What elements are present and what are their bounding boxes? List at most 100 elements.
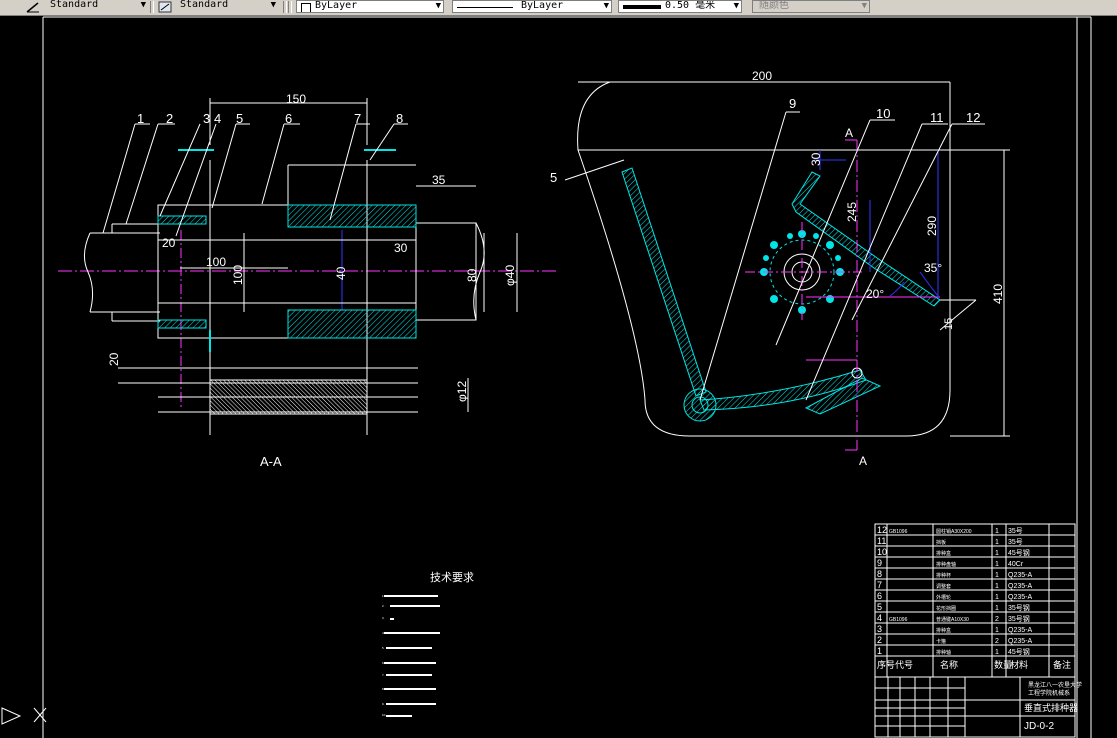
- bom-row: 9 排种盘轴 1 40Cr: [877, 558, 1024, 568]
- part-number-11: 11: [930, 110, 944, 125]
- bom-cell-name: 排种盒: [936, 627, 951, 634]
- toolbar-separator: [150, 1, 154, 13]
- chevron-down-icon: ▼: [603, 1, 609, 11]
- part-number-12: 12: [966, 110, 980, 125]
- bom-cell-no: 7: [877, 580, 882, 590]
- part-number-2: 2: [166, 111, 173, 126]
- toolbar-separator: [283, 1, 287, 13]
- bom-cell-material: 35号: [1008, 527, 1023, 535]
- dim-20-lower: 20: [107, 352, 121, 366]
- bom-header-note: 备注: [1053, 659, 1071, 670]
- tech-line: 5.: [382, 646, 385, 650]
- tech-line: 3.: [382, 616, 385, 620]
- dim-style-select[interactable]: Standard ▼: [156, 0, 278, 13]
- dim-phi40: φ40: [503, 265, 517, 286]
- part-number-9: 9: [789, 96, 796, 111]
- dim-100: 100: [206, 255, 226, 269]
- bom-row: 12 GB1096 圆柱销A30X200 1 35号: [877, 525, 1023, 535]
- bom-cell-material: 35号: [1008, 538, 1023, 546]
- bom-cell-name: 圆柱销A30X200: [936, 528, 972, 535]
- chevron-down-icon: ▼: [270, 0, 276, 10]
- bom-cell-qty: 1: [995, 528, 999, 535]
- dim-40: 40: [334, 266, 348, 280]
- section-view-label: A-A: [260, 454, 282, 469]
- text-style-select[interactable]: Standard ▼: [26, 0, 148, 13]
- bom-row: 6 外槽轮 1 Q235-A: [877, 591, 1032, 601]
- bom-header: 序号 代号 名称 数量 材料 备注: [877, 659, 1071, 670]
- bom-cell-qty: 1: [995, 627, 999, 634]
- bom-cell-qty: 1: [995, 649, 999, 656]
- bom-cell-name: 普通键A10X30: [936, 616, 969, 623]
- bom-cell-material: Q235-A: [1008, 594, 1032, 601]
- part-number-5: 5: [236, 111, 243, 126]
- properties-toolbar: Standard ▼ Standard ▼ ByLayer ▼ ByLayer …: [0, 0, 1117, 16]
- color-swatch-icon: [301, 3, 311, 12]
- dim-245: 245: [845, 202, 859, 222]
- bom-cell-qty: 1: [995, 583, 999, 590]
- bom-row: 1 排种轴 1 45号钢: [877, 646, 1030, 656]
- bom-cell-no: 9: [877, 558, 882, 568]
- dim-phi12: φ12: [455, 381, 469, 402]
- bom-cell-qty: 2: [995, 638, 999, 645]
- section-view-aa: 150 35 20 30 100 100 40 80 φ40 20 φ12 1 …: [58, 92, 556, 469]
- dim-20-deg: 20°: [866, 287, 884, 301]
- plotstyle-select[interactable]: 随颜色 ▼: [752, 0, 870, 13]
- layer-color-select[interactable]: ByLayer ▼: [296, 0, 444, 13]
- dim-30-top: 30: [809, 152, 823, 166]
- bom-cell-qty: 1: [995, 572, 999, 579]
- bom-cell-qty: 1: [995, 594, 999, 601]
- dim-410: 410: [991, 284, 1005, 304]
- lineweight-select[interactable]: 0.50 毫米 ▼: [618, 0, 742, 13]
- linetype-select[interactable]: ByLayer ▼: [452, 0, 612, 13]
- bom-cell-material: Q235-A: [1008, 627, 1032, 634]
- bom-cell-qty: 1: [995, 539, 999, 546]
- dim-290: 290: [925, 216, 939, 236]
- part-number-8: 8: [396, 111, 403, 126]
- tech-requirements-title: 技术要求: [430, 571, 474, 584]
- part-number-5-right: 5: [550, 170, 557, 185]
- section-mark-a-bottom: A: [859, 454, 867, 468]
- bom-cell-no: 8: [877, 569, 882, 579]
- bom-cell-no: 10: [877, 547, 887, 557]
- bom-cell-code: GB1096: [889, 529, 908, 535]
- bom-cell-qty: 1: [995, 561, 999, 568]
- department-name: 工程学院机械系: [1028, 689, 1070, 697]
- dim-100-vertical: 100: [231, 265, 245, 285]
- bom-row: 11 挡板 1 35号: [877, 536, 1023, 546]
- bom-cell-name: 排种盒: [936, 550, 951, 557]
- linetype-line-icon: [457, 7, 513, 8]
- chevron-down-icon: ▼: [861, 1, 867, 11]
- bom-row: 4 GB1096 普通键A10X30 2 35号钢: [877, 613, 1030, 623]
- bom-cell-material: 35号钢: [1008, 603, 1030, 612]
- lineweight-line-icon: [623, 5, 661, 9]
- bom-cell-name: 排种盘轴: [936, 561, 956, 568]
- bom-cell-material: 45号钢: [1008, 548, 1030, 557]
- part-number-6: 6: [285, 111, 292, 126]
- bom-cell-name: 排种轴: [936, 649, 951, 656]
- part-number-4: 4: [214, 111, 221, 126]
- bom-header-name: 名称: [940, 659, 958, 670]
- bom-cell-name: 调整套: [936, 583, 951, 590]
- dim-80: 80: [465, 268, 479, 282]
- chevron-down-icon: ▼: [733, 1, 739, 11]
- bom-cell-name: 外槽轮: [936, 594, 951, 601]
- drawing-canvas[interactable]: 150 35 20 30 100 100 40 80 φ40 20 φ12 1 …: [0, 15, 1117, 738]
- dim-20: 20: [162, 236, 176, 250]
- section-mark-a-top: A: [845, 126, 853, 140]
- dim-35: 35: [432, 173, 446, 187]
- bom-row: 3 排种盒 1 Q235-A: [877, 624, 1032, 634]
- bom-cell-no: 6: [877, 591, 882, 601]
- bom-cell-material: Q235-A: [1008, 583, 1032, 590]
- bom-cell-no: 4: [877, 613, 882, 623]
- bom-cell-name: 挡板: [936, 539, 946, 546]
- tech-requirements: 技术要求 1. 2. 3. 4. 5. 6. 7. 8. 9. 10.: [382, 571, 474, 717]
- bom-cell-no: 5: [877, 602, 882, 612]
- dim-30: 30: [394, 241, 408, 255]
- drawing-name: 垂直式排种器: [1024, 702, 1078, 713]
- part-number-7: 7: [354, 111, 361, 126]
- bom-cell-material: Q235-A: [1008, 638, 1032, 645]
- bom-cell-no: 11: [877, 536, 886, 546]
- dim-150: 150: [286, 92, 306, 106]
- bom-header-code: 代号: [895, 660, 913, 670]
- bom-row: 8 排种杯 1 Q235-A: [877, 569, 1032, 579]
